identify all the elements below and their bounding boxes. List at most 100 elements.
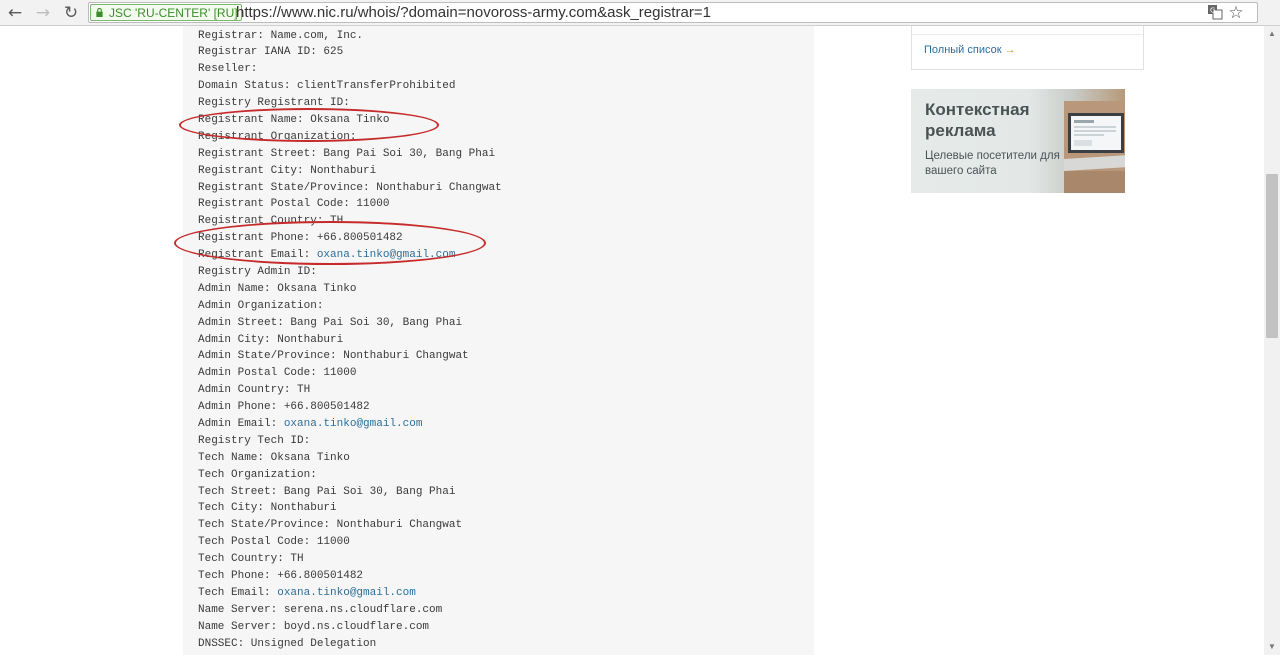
whois-line-text: Registrant Email: (198, 249, 317, 262)
full-list-label: Полный список (924, 44, 1002, 56)
whois-line: Tech Postal Code: 11000 (198, 534, 502, 551)
whois-line: Tech Phone: +66.800501482 (198, 568, 502, 585)
whois-line-text: Registrant Organization: (198, 130, 357, 143)
whois-line: Registrant State/Province: Nonthaburi Ch… (198, 180, 502, 197)
whois-line-text: Registrant Postal Code: 11000 (198, 198, 390, 211)
whois-line-text: Domain Status: clientTransferProhibited (198, 80, 456, 93)
whois-line-text: Tech Organization: (198, 468, 317, 481)
whois-line: Tech Street: Bang Pai Soi 30, Bang Phai (198, 484, 502, 501)
whois-line: Tech State/Province: Nonthaburi Changwat (198, 517, 502, 534)
whois-line: Registry Tech ID: (198, 433, 502, 450)
whois-line-text: Admin Postal Code: 11000 (198, 367, 357, 380)
reload-button[interactable]: ↻ (61, 3, 81, 23)
whois-line: Registrant Name: Oksana Tinko (198, 112, 502, 129)
whois-line-text: DNSSEC: Unsigned Delegation (198, 637, 377, 650)
sidebar-box: Полный список → (911, 26, 1144, 70)
whois-line: Reseller: (198, 61, 502, 78)
scroll-thumb[interactable] (1266, 174, 1278, 338)
whois-line: Tech Country: TH (198, 551, 502, 568)
security-badge-label: JSC 'RU-CENTER' [RU] (109, 6, 238, 20)
whois-line: Registry Admin ID: (198, 264, 502, 281)
whois-line-text: Registry Registrant ID: (198, 97, 350, 110)
ad-subtitle: Целевые посетители для вашего сайта (925, 150, 1060, 177)
email-link[interactable]: oxana.tinko@gmail.com (277, 587, 416, 599)
scroll-down-icon[interactable]: ▼ (1264, 639, 1280, 655)
arrow-right-icon: → (35, 3, 51, 23)
whois-record: Registrar: Name.com, Inc. Registrar IANA … (198, 28, 502, 653)
security-badge[interactable]: JSC 'RU-CENTER' [RU] (90, 4, 242, 21)
whois-line: Admin City: Nonthaburi (198, 332, 502, 349)
ad-banner[interactable]: Контекстная реклама Целевые посетители д… (911, 89, 1125, 193)
whois-line: Registrar IANA ID: 625 (198, 44, 502, 61)
whois-line-text: Admin Organization: (198, 299, 324, 312)
whois-line-text: Registrant Name: Oksana Tinko (198, 113, 390, 126)
whois-line-text: Admin Email: (198, 417, 284, 430)
address-bar[interactable]: JSC 'RU-CENTER' [RU] https://www.nic.ru/… (88, 2, 1258, 23)
whois-line-text: Admin Name: Oksana Tinko (198, 282, 357, 295)
translate-button[interactable]: G (1206, 4, 1224, 22)
email-link[interactable]: oxana.tinko@gmail.com (284, 418, 423, 430)
whois-line: Admin Email: oxana.tinko@gmail.com (198, 416, 502, 433)
whois-line-text: Tech Postal Code: 11000 (198, 536, 350, 549)
whois-line: DNSSEC: Unsigned Delegation (198, 636, 502, 653)
whois-line: Admin Name: Oksana Tinko (198, 281, 502, 298)
arrow-right-icon: → (1004, 44, 1016, 56)
whois-line: Registrant Email: oxana.tinko@gmail.com (198, 247, 502, 264)
whois-line-text: Admin Country: TH (198, 384, 311, 397)
full-list-link[interactable]: Полный список → (924, 44, 1016, 56)
whois-line: Registrar: Name.com, Inc. (198, 28, 502, 45)
whois-line: Registrant Street: Bang Pai Soi 30, Bang… (198, 146, 502, 163)
whois-line: Tech Name: Oksana Tinko (198, 450, 502, 467)
star-icon: ☆ (1228, 3, 1244, 22)
svg-text:G: G (1210, 7, 1215, 15)
whois-line-text: Tech Country: TH (198, 553, 304, 566)
whois-line-text: Tech Email: (198, 586, 278, 599)
whois-line-text: Reseller: (198, 63, 258, 76)
whois-line: Registrant Country: TH (198, 213, 502, 230)
whois-line: Registrant Phone: +66.800501482 (198, 230, 502, 247)
whois-line: Registrant Organization: (198, 129, 502, 146)
whois-line: Registrant City: Nonthaburi (198, 163, 502, 180)
whois-line-text: Tech Street: Bang Pai Soi 30, Bang Phai (198, 485, 456, 498)
whois-line-text: Registrant Phone: +66.800501482 (198, 232, 403, 245)
whois-line: Domain Status: clientTransferProhibited (198, 78, 502, 95)
whois-line-text: Admin State/Province: Nonthaburi Changwa… (198, 350, 469, 363)
ad-title: Контекстная реклама (925, 100, 1030, 140)
url-text[interactable]: https://www.nic.ru/whois/?domain=novoros… (236, 3, 711, 22)
email-link[interactable]: oxana.tinko@gmail.com (317, 249, 456, 261)
whois-line: Admin Postal Code: 11000 (198, 365, 502, 382)
sidebar-divider (912, 34, 1143, 35)
whois-line-text: Tech Phone: +66.800501482 (198, 570, 364, 582)
whois-line-text: Registrar: Name.com, Inc. (198, 29, 364, 42)
whois-line: Tech City: Nonthaburi (198, 500, 502, 517)
whois-line: Admin State/Province: Nonthaburi Changwa… (198, 348, 502, 365)
whois-line: Tech Email: oxana.tinko@gmail.com (198, 585, 502, 602)
browser-toolbar: ← → ↻ JSC 'RU-CENTER' [RU] https://www.n… (0, 0, 1280, 26)
whois-line-text: Admin Phone: +66.800501482 (198, 401, 370, 414)
translate-icon: G (1208, 5, 1223, 20)
whois-line-text: Tech Name: Oksana Tinko (198, 451, 350, 464)
whois-line: Tech Organization: (198, 467, 502, 484)
scroll-up-icon[interactable]: ▲ (1264, 26, 1280, 42)
back-button[interactable]: ← (5, 3, 25, 23)
whois-line-text: Name Server: boyd.ns.cloudflare.com (198, 620, 430, 633)
whois-line-text: Registry Admin ID: (198, 265, 317, 278)
whois-line: Registrant Postal Code: 11000 (198, 196, 502, 213)
whois-line-text: Name Server: serena.ns.cloudflare.com (198, 603, 443, 616)
whois-line: Admin Organization: (198, 298, 502, 315)
whois-line-text: Registrant Country: TH (198, 215, 344, 228)
forward-button[interactable]: → (33, 3, 53, 23)
vertical-scrollbar[interactable]: ▲ ▼ (1264, 26, 1280, 655)
whois-line: Admin Phone: +66.800501482 (198, 399, 502, 416)
whois-line-text: Registrar IANA ID: 625 (198, 46, 344, 59)
whois-line-text: Admin City: Nonthaburi (198, 333, 344, 346)
whois-line-text: Registrant State/Province: Nonthaburi Ch… (198, 181, 502, 194)
whois-line-text: Registrant City: Nonthaburi (198, 164, 377, 177)
whois-line-text: Tech City: Nonthaburi (198, 502, 337, 515)
whois-line: Name Server: boyd.ns.cloudflare.com (198, 619, 502, 636)
whois-line-text: Tech State/Province: Nonthaburi Changwat (198, 519, 463, 532)
lock-icon (96, 8, 103, 17)
whois-line: Admin Street: Bang Pai Soi 30, Bang Phai (198, 315, 502, 332)
whois-line-text: Registry Tech ID: (198, 434, 311, 447)
bookmark-button[interactable]: ☆ (1227, 4, 1245, 22)
